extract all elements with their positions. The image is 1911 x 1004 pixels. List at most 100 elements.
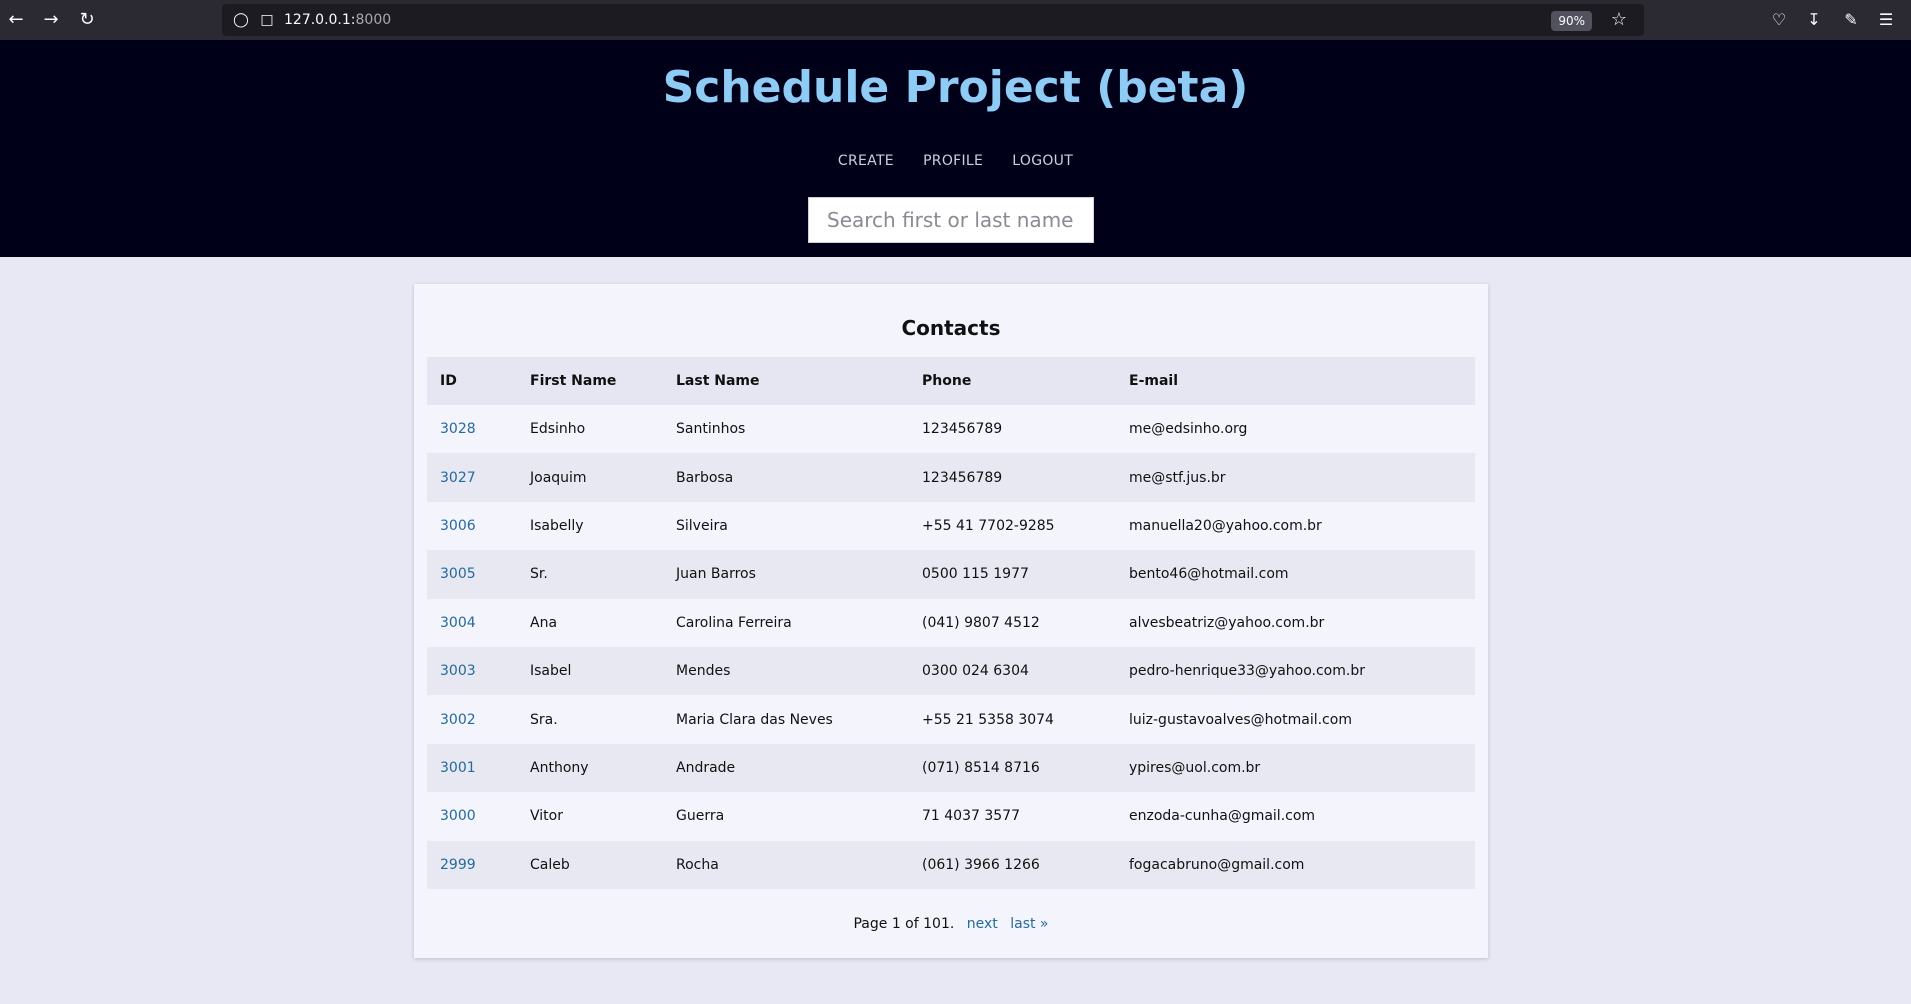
contact-id-link[interactable]: 3027 — [440, 470, 476, 486]
pagination-next-link[interactable]: next — [967, 916, 998, 932]
url-text[interactable]: 127.0.0.1:8000 — [284, 4, 391, 36]
cell-last-name: Rocha — [663, 840, 909, 889]
contacts-title: Contacts — [901, 316, 1001, 340]
page-icon: □ — [260, 12, 274, 28]
forward-icon[interactable]: → — [39, 8, 63, 32]
cell-id: 2999 — [427, 840, 517, 889]
table-row: 3006 Isabelly Silveira +55 41 7702-9285 … — [427, 501, 1475, 551]
cell-email: me@edsinho.org — [1116, 405, 1475, 454]
cell-last-name: Maria Clara das Neves — [663, 695, 909, 744]
cell-id: 3027 — [427, 453, 517, 502]
cell-email: fogacabruno@gmail.com — [1116, 840, 1475, 889]
cell-phone: (061) 3966 1266 — [909, 840, 1116, 889]
cell-phone: +55 21 5358 3074 — [909, 695, 1116, 744]
cell-phone: +55 41 7702-9285 — [909, 501, 1116, 551]
contact-id-link[interactable]: 3028 — [440, 421, 476, 437]
cell-id: 3028 — [427, 405, 517, 454]
column-header-email: E-mail — [1116, 357, 1475, 405]
cell-last-name: Barbosa — [663, 453, 909, 502]
cell-last-name: Santinhos — [663, 405, 909, 454]
shield-icon[interactable]: ◯ — [232, 11, 250, 29]
contacts-table: ID First Name Last Name Phone E-mail 302… — [427, 357, 1475, 889]
table-row: 3001 Anthony Andrade (071) 8514 8716 ypi… — [427, 743, 1475, 793]
pagination: Page 1 of 101. next last » — [414, 916, 1488, 932]
pocket-icon[interactable]: ♡ — [1767, 8, 1791, 32]
cell-first-name: Isabelly — [517, 501, 663, 551]
cell-email: alvesbeatriz@yahoo.com.br — [1116, 598, 1475, 647]
cell-id: 3001 — [427, 743, 517, 793]
cell-phone: 0500 115 1977 — [909, 550, 1116, 599]
menu-profile[interactable]: PROFILE — [923, 153, 983, 169]
site-header: Schedule Project (beta) CREATE PROFILE L… — [0, 40, 1911, 257]
cell-first-name: Caleb — [517, 840, 663, 889]
cell-id: 3006 — [427, 501, 517, 551]
extensions-icon[interactable]: ✎ — [1839, 8, 1863, 32]
table-row: 3003 Isabel Mendes 0300 024 6304 pedro-h… — [427, 646, 1475, 696]
cell-email: manuella20@yahoo.com.br — [1116, 501, 1475, 551]
pagination-last-link[interactable]: last » — [1010, 916, 1048, 932]
address-bar[interactable]: ◯ □ 127.0.0.1:8000 90% ☆ — [222, 4, 1644, 36]
cell-last-name: Juan Barros — [663, 550, 909, 599]
search-input[interactable] — [808, 197, 1094, 243]
contacts-card: Contacts ID First Name Last Name Phone E… — [414, 284, 1488, 958]
site-title[interactable]: Schedule Project (beta) — [0, 62, 1911, 113]
contact-id-link[interactable]: 3000 — [440, 808, 476, 824]
cell-last-name: Mendes — [663, 646, 909, 696]
cell-id: 3000 — [427, 792, 517, 841]
table-row: 3005 Sr. Juan Barros 0500 115 1977 bento… — [427, 550, 1475, 599]
table-row: 2999 Caleb Rocha (061) 3966 1266 fogacab… — [427, 840, 1475, 889]
cell-phone: 123456789 — [909, 453, 1116, 502]
contact-id-link[interactable]: 3005 — [440, 566, 476, 582]
table-row: 3002 Sra. Maria Clara das Neves +55 21 5… — [427, 695, 1475, 744]
cell-email: pedro-henrique33@yahoo.com.br — [1116, 646, 1475, 696]
cell-first-name: Joaquim — [517, 453, 663, 502]
column-header-phone: Phone — [909, 357, 1116, 405]
url-host: 127.0.0.1: — [284, 12, 356, 28]
browser-toolbar: ← → ↻ ◯ □ 127.0.0.1:8000 90% ☆ ♡ ↧ ✎ ☰ — [0, 0, 1911, 40]
reload-icon[interactable]: ↻ — [75, 8, 99, 32]
back-icon[interactable]: ← — [4, 8, 28, 32]
table-row: 3004 Ana Carolina Ferreira (041) 9807 45… — [427, 598, 1475, 647]
column-header-id: ID — [427, 357, 517, 405]
pagination-status: Page 1 of 101. — [853, 916, 955, 932]
cell-phone: 71 4037 3577 — [909, 792, 1116, 841]
table-row: 3027 Joaquim Barbosa 123456789 me@stf.ju… — [427, 453, 1475, 502]
contact-id-link[interactable]: 3006 — [440, 518, 476, 534]
table-header-row: ID First Name Last Name Phone E-mail — [427, 357, 1475, 405]
cell-phone: 123456789 — [909, 405, 1116, 454]
download-icon[interactable]: ↧ — [1802, 8, 1826, 32]
menu-logout[interactable]: LOGOUT — [1012, 153, 1073, 169]
cell-email: enzoda-cunha@gmail.com — [1116, 792, 1475, 841]
cell-id: 3002 — [427, 695, 517, 744]
cell-first-name: Vitor — [517, 792, 663, 841]
contact-id-link[interactable]: 3002 — [440, 712, 476, 728]
zoom-badge[interactable]: 90% — [1551, 11, 1592, 31]
cell-id: 3003 — [427, 646, 517, 696]
menu-create[interactable]: CREATE — [838, 153, 894, 169]
cell-email: luiz-gustavoalves@hotmail.com — [1116, 695, 1475, 744]
cell-first-name: Ana — [517, 598, 663, 647]
contact-id-link[interactable]: 3001 — [440, 760, 476, 776]
menu-icon[interactable]: ☰ — [1874, 8, 1898, 32]
cell-id: 3005 — [427, 550, 517, 599]
contact-id-link[interactable]: 2999 — [440, 857, 476, 873]
url-port: 8000 — [355, 12, 392, 28]
cell-first-name: Anthony — [517, 743, 663, 793]
cell-first-name: Edsinho — [517, 405, 663, 454]
cell-first-name: Sra. — [517, 695, 663, 744]
cell-last-name: Andrade — [663, 743, 909, 793]
cell-id: 3004 — [427, 598, 517, 647]
column-header-last-name: Last Name — [663, 357, 909, 405]
cell-email: ypires@uol.com.br — [1116, 743, 1475, 793]
cell-last-name: Silveira — [663, 501, 909, 551]
table-row: 3028 Edsinho Santinhos 123456789 me@edsi… — [427, 405, 1475, 454]
cell-phone: (071) 8514 8716 — [909, 743, 1116, 793]
cell-last-name: Carolina Ferreira — [663, 598, 909, 647]
contact-id-link[interactable]: 3004 — [440, 615, 476, 631]
main-menu: CREATE PROFILE LOGOUT — [0, 150, 1911, 169]
contact-id-link[interactable]: 3003 — [440, 663, 476, 679]
cell-last-name: Guerra — [663, 792, 909, 841]
bookmark-star-icon[interactable]: ☆ — [1608, 9, 1630, 31]
cell-email: me@stf.jus.br — [1116, 453, 1475, 502]
cell-phone: (041) 9807 4512 — [909, 598, 1116, 647]
